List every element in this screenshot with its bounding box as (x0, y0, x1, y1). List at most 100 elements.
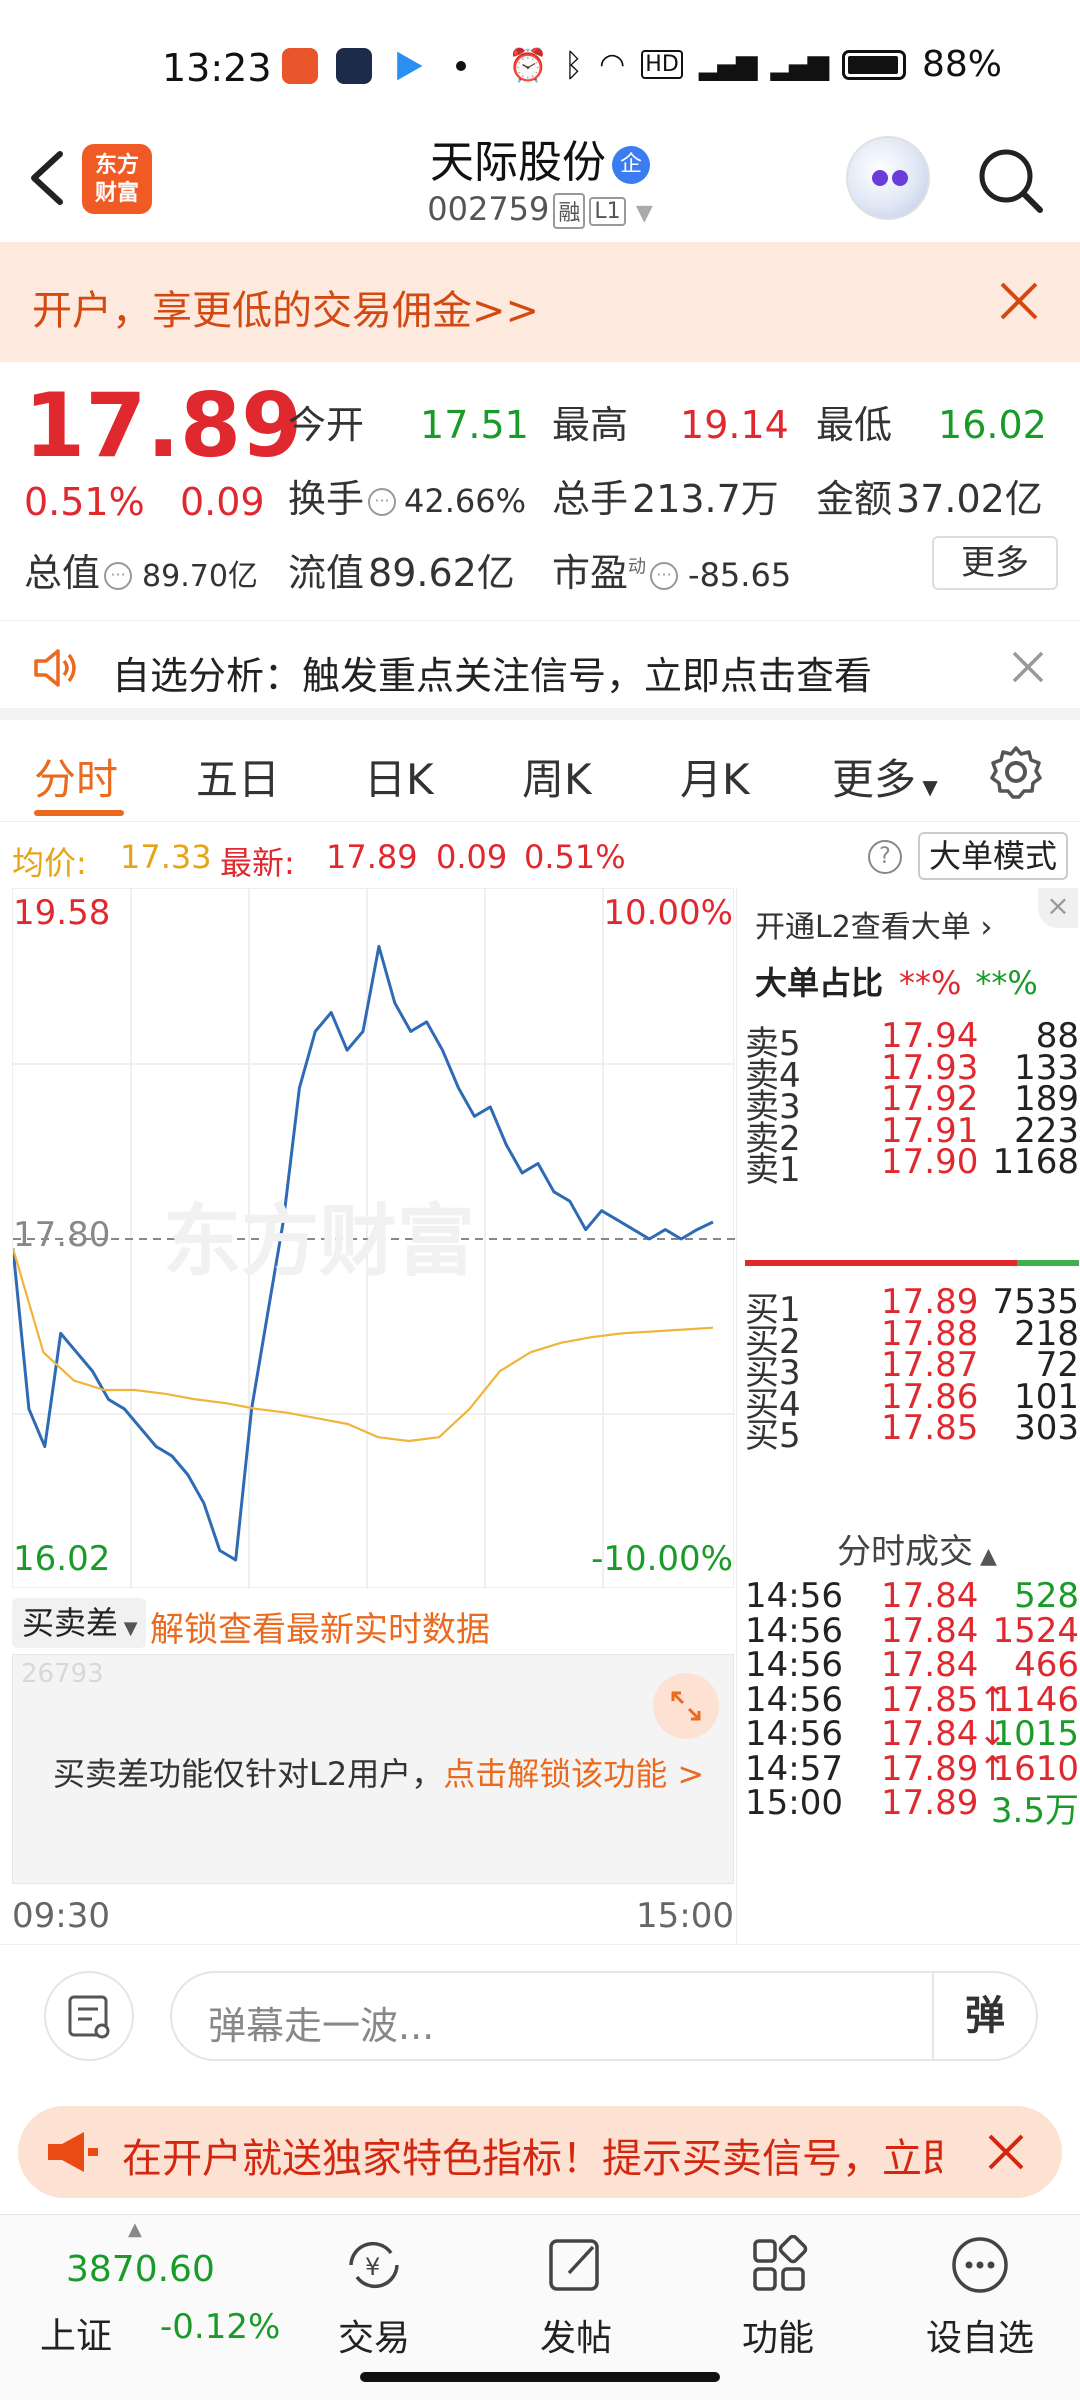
close-icon[interactable] (984, 2130, 1028, 2174)
bid-row: 买5 17.85 303 (745, 1408, 1079, 1456)
battery-level: 88% (921, 44, 1002, 85)
ask-row: 卖1 17.90 1168 (745, 1142, 1079, 1190)
danmu-toggle-button[interactable]: 弹 (932, 1973, 1036, 2059)
avg-label: 均价: (12, 844, 87, 882)
market-cap-stat: 总值 ··· 89.70亿 (24, 551, 258, 595)
latest-label: 最新: (220, 844, 295, 882)
change-amount: 0.09 (180, 480, 265, 524)
account-promo-banner[interactable]: 开户，享更低的交易佣金>> (0, 242, 1080, 362)
quote-panel: 17.89 0.51% 0.09 今开 17.51 最高 19.14 最低 16.02… (0, 362, 1080, 614)
index-name[interactable]: 上证 (40, 2307, 112, 2359)
index-value[interactable]: 3870.60 (66, 2249, 215, 2290)
float-cap-stat: 流值 89.62亿 (288, 551, 515, 595)
open-stat: 今开 17.51 (288, 403, 529, 447)
expand-button[interactable] (653, 1673, 719, 1739)
wifi-icon: ◠ (599, 47, 626, 82)
tab-monthly-k[interactable]: 月K (680, 746, 750, 807)
stock-code: 002759 (427, 190, 550, 228)
alarm-icon: ⏰ (508, 45, 548, 84)
search-icon[interactable] (976, 146, 1046, 216)
average-price-row: 均价: 17.33 最新: 17.89 0.09 0.51% ? 大单模式 (0, 826, 1080, 888)
spread-selector[interactable]: 买卖差 ▼ (12, 1598, 146, 1648)
big-order-ratio: 大单占比 **% **% (755, 964, 1038, 1002)
close-icon[interactable]: × (1038, 888, 1078, 928)
chart-bottom-price: 16.02 (13, 1539, 111, 1579)
close-icon[interactable] (996, 278, 1042, 324)
dropdown-triangle-icon: ▼ (118, 1618, 138, 1639)
stock-name: 天际股份 (430, 137, 606, 188)
promo-text: 开户，享更低的交易佣金>> (32, 288, 540, 334)
big-order-mode-button[interactable]: 大单模式 (918, 832, 1068, 880)
close-icon[interactable] (1008, 647, 1048, 687)
intraday-chart[interactable]: 19.58 10.00% 17.80 16.02 -10.00% 东方财富 (12, 888, 735, 1589)
gear-icon[interactable] (988, 744, 1044, 800)
notification-icons (282, 48, 466, 84)
megaphone-icon (48, 2132, 98, 2172)
unlock-feature-link[interactable]: 点击解锁该功能 > (443, 1755, 704, 1793)
spread-row: 买卖差 ▼ 解锁查看最新实时数据 (12, 1594, 734, 1654)
tab-intraday[interactable]: 分时 (34, 746, 118, 807)
tab-more[interactable]: 更多 ▼ (832, 746, 938, 807)
tab-daily-k[interactable]: 日K (364, 746, 434, 807)
robot-eye-icon (872, 170, 888, 186)
more-stats-button[interactable]: 更多 (932, 536, 1058, 590)
status-bar: 13:23 ⏰ ᛒ ◠ HD ▂▄▆ ▂▄▆ 88% (0, 0, 1080, 120)
chevron-right-icon: › (970, 910, 993, 945)
speaker-icon (34, 649, 76, 687)
status-right: ⏰ ᛒ ◠ HD ▂▄▆ ▂▄▆ 88% (508, 44, 1002, 85)
info-icon[interactable]: ··· (368, 487, 397, 516)
tab-weekly-k[interactable]: 周K (522, 746, 592, 807)
latest-change: 0.09 (436, 838, 508, 876)
open-l2-link[interactable]: 开通L2查看大单 › (755, 902, 992, 946)
level-tag: L1 (589, 196, 626, 226)
nav-trade[interactable]: ¥ 交易 (304, 2235, 444, 2375)
chart-time-axis: 09:30 15:00 (12, 1890, 734, 1942)
chart-top-percent: 10.00% (603, 893, 733, 933)
info-icon[interactable]: ··· (650, 561, 679, 590)
bluetooth-icon: ᛒ (563, 45, 584, 84)
unlock-realtime-link[interactable]: 解锁查看最新实时数据 (150, 1602, 490, 1651)
amount-stat: 金额 37.02亿 (816, 477, 1043, 521)
analysis-text: 自选分析：触发重点关注信号，立即点击查看 (112, 654, 873, 698)
info-icon[interactable]: ··· (104, 561, 133, 590)
battery-icon (841, 49, 906, 80)
svg-text:¥: ¥ (365, 2253, 380, 2281)
dropdown-triangle-icon: ▼ (916, 775, 938, 799)
nav-add-watchlist[interactable]: 设自选 (910, 2235, 1050, 2375)
signal-icon-2: ▂▄▆ (770, 48, 829, 81)
nav-functions[interactable]: 功能 (708, 2235, 848, 2375)
trade-row: 15:00 17.89 3.5万 (745, 1783, 1079, 1831)
expand-arrows-icon (671, 1691, 701, 1721)
comment-bar: 弹幕走一波... 弹 (0, 1944, 1080, 2084)
assistant-robot-avatar[interactable] (846, 136, 930, 220)
index-change[interactable]: -0.12% (160, 2307, 280, 2347)
low-stat: 最低 16.02 (816, 403, 1047, 447)
order-book: 开通L2查看大单 › × 大单占比 **% **% 卖5 17.94 88 卖4 17.93… (736, 888, 1080, 1948)
signal-icon: ▂▄▆ (698, 48, 758, 81)
danmu-placeholder: 弹幕走一波... (208, 2004, 435, 2048)
latest-percent: 0.51% (524, 838, 626, 876)
home-indicator (360, 2372, 720, 2382)
danmu-input[interactable]: 弹幕走一波... 弹 (170, 1971, 1038, 2061)
play-notification-icon (397, 51, 423, 81)
l2-locked-panel[interactable]: 26793 买卖差功能仅针对L2用户，点击解锁该功能 > (12, 1654, 734, 1884)
post-list-icon[interactable] (44, 1971, 134, 2061)
change-percent: 0.51% (24, 480, 145, 524)
active-tab-indicator (34, 810, 124, 816)
bottom-ad-banner[interactable]: 在开户就送独家特色指标！提示买卖信号，立即领 (18, 2106, 1062, 2198)
grid-apps-icon (753, 2235, 808, 2291)
tab-five-day[interactable]: 五日 (196, 746, 280, 807)
watchlist-analysis-banner[interactable]: 自选分析：触发重点关注信号，立即点击查看 (0, 620, 1080, 720)
help-icon[interactable]: ? (868, 840, 902, 874)
edit-icon (549, 2239, 599, 2291)
trades-title[interactable]: 分时成交 ▲ (837, 1524, 997, 1573)
sort-up-icon: ▲ (973, 1544, 997, 1569)
nav-post[interactable]: 发帖 (506, 2235, 646, 2375)
l2-lock-message: 买卖差功能仅针对L2用户，点击解锁该功能 > (53, 1755, 705, 1793)
turnover-stat: 换手 ··· 42.66% (288, 477, 527, 521)
chart-ref-price: 17.80 (13, 1215, 111, 1255)
volume-stat: 总手 213.7万 (552, 477, 779, 521)
end-time: 15:00 (636, 1896, 734, 1936)
caret-up-icon: ▲ (128, 2219, 142, 2240)
chart-top-price: 19.58 (13, 893, 111, 933)
